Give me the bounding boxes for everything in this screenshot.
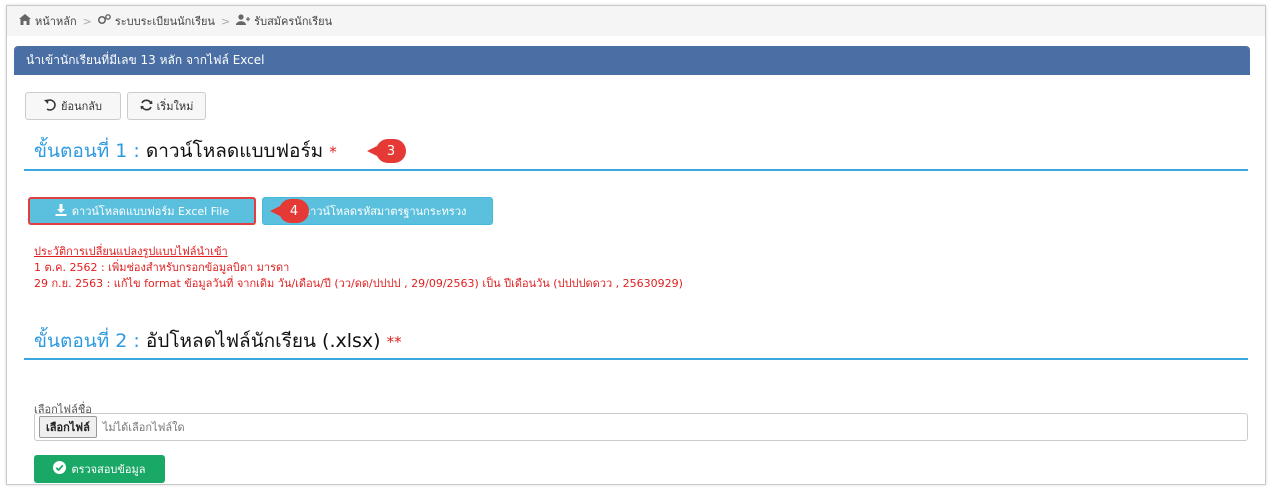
callout-4: 4 xyxy=(270,199,309,223)
file-status-text: ไม่ได้เลือกไฟล์ใด xyxy=(102,421,185,434)
breadcrumb-registry[interactable]: ระบบระเบียนนักเรียน xyxy=(115,12,215,30)
cogs-icon xyxy=(97,14,111,28)
restart-button[interactable]: เริ่มใหม่ xyxy=(127,92,206,120)
choose-file-button[interactable]: เลือกไฟล์ xyxy=(39,416,97,438)
undo-icon xyxy=(44,98,57,114)
download-excel-form-button[interactable]: ดาวน์โหลดแบบฟอร์ม Excel File xyxy=(28,197,256,225)
breadcrumb: หน้าหลัก > ระบบระเบียนนักเรียน > รับสมัค… xyxy=(7,6,1265,36)
main-frame: หน้าหลัก > ระบบระเบียนนักเรียน > รับสมัค… xyxy=(6,5,1266,485)
panel-header: นำเข้านักเรียนที่มีเลข 13 หลัก จากไฟล์ E… xyxy=(14,46,1250,75)
check-data-button[interactable]: ตรวจสอบข้อมูล xyxy=(34,455,165,483)
step1-heading: ขั้นตอนที่ 1 : ดาวน์โหลดแบบฟอร์ม * xyxy=(34,136,337,166)
step2-title: อัปโหลดไฟล์นักเรียน (.xlsx) xyxy=(145,330,381,352)
download-excel-form-label: ดาวน์โหลดแบบฟอร์ม Excel File xyxy=(71,205,230,218)
back-button[interactable]: ย้อนกลับ xyxy=(25,92,121,120)
home-icon xyxy=(19,14,31,28)
panel-title: นำเข้านักเรียนที่มีเลข 13 หลัก จากไฟล์ E… xyxy=(26,53,265,67)
download-icon xyxy=(55,203,67,219)
refresh-icon xyxy=(140,98,153,114)
breadcrumb-home[interactable]: หน้าหลัก xyxy=(35,12,77,30)
user-plus-icon xyxy=(236,14,251,28)
step2-heading: ขั้นตอนที่ 2 : อัปโหลดไฟล์นักเรียน (.xls… xyxy=(34,326,402,356)
step2-label: ขั้นตอนที่ 2 : xyxy=(34,330,140,352)
history-note: 29 ก.ย. 2563 : แก้ไข format ข้อมูลวันที่… xyxy=(34,277,683,290)
restart-button-label: เริ่มใหม่ xyxy=(156,100,194,113)
step2-required-mark: ** xyxy=(386,333,402,351)
callout-3: 3 xyxy=(367,139,406,163)
check-data-label: ตรวจสอบข้อมูล xyxy=(71,463,146,476)
step1-required-mark: * xyxy=(329,143,337,161)
callout-4-number: 4 xyxy=(289,203,299,219)
back-button-label: ย้อนกลับ xyxy=(61,100,102,113)
step1-label: ขั้นตอนที่ 1 : xyxy=(34,140,140,162)
step1-divider xyxy=(24,169,1248,171)
step2-divider xyxy=(24,358,1248,360)
download-standard-codes-label: ดาวน์โหลดรหัสมาตรฐานกระทรวง xyxy=(303,205,467,218)
file-input[interactable]: เลือกไฟล์ ไม่ได้เลือกไฟล์ใด xyxy=(34,413,1248,441)
breadcrumb-enroll: รับสมัครนักเรียน xyxy=(254,15,333,28)
check-circle-icon xyxy=(53,461,67,477)
callout-3-number: 3 xyxy=(386,143,396,159)
step1-title: ดาวน์โหลดแบบฟอร์ม xyxy=(145,140,324,162)
breadcrumb-separator: > xyxy=(220,14,231,28)
breadcrumb-separator: > xyxy=(82,14,92,28)
